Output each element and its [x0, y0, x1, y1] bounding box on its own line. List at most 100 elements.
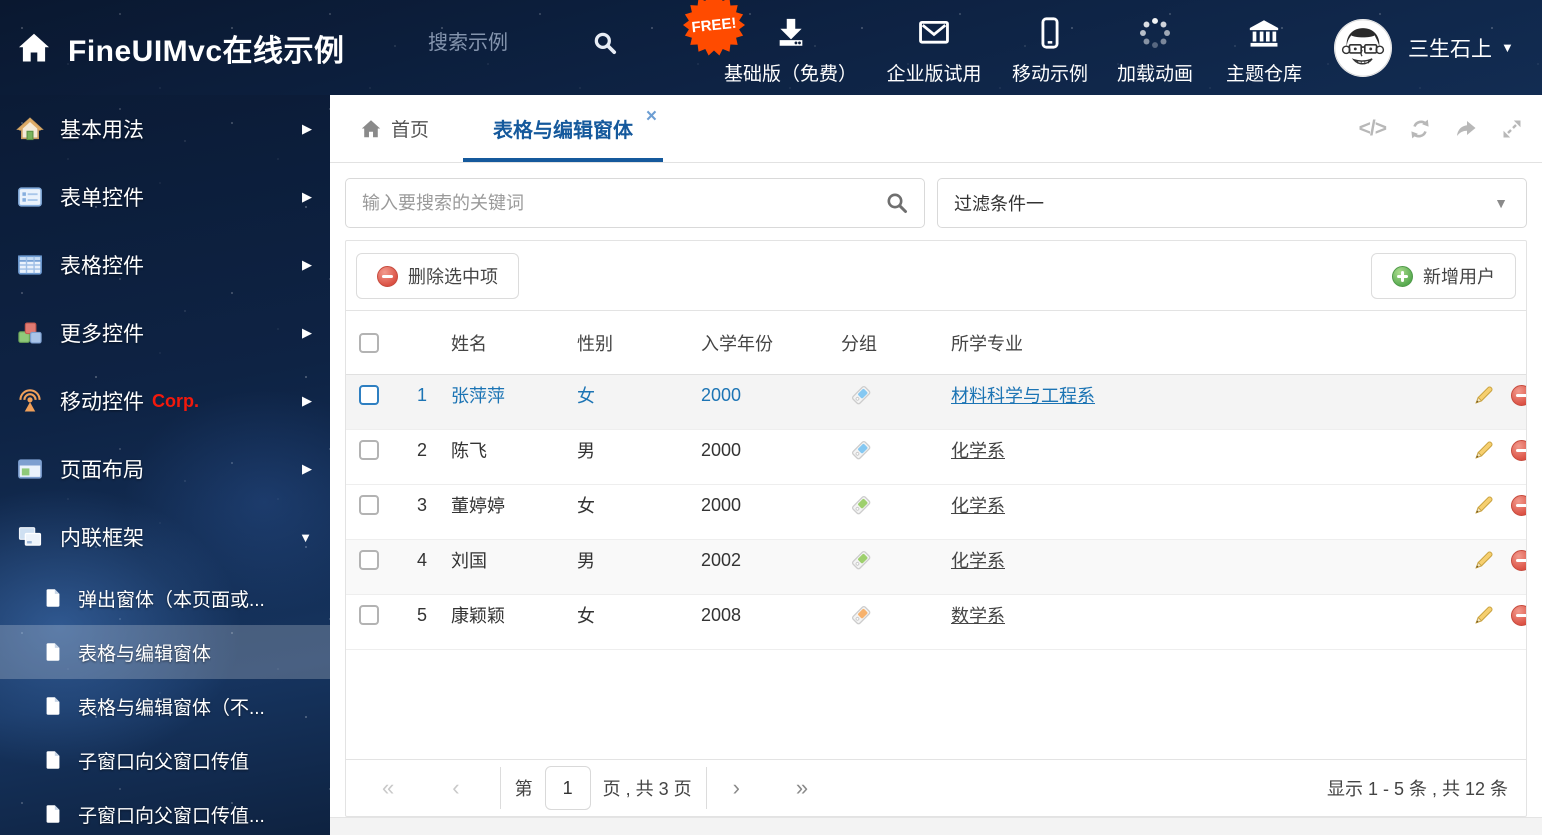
sidebar-item-more-controls[interactable]: 更多控件 ▶	[0, 299, 330, 367]
sidebar-subitem-grid-edit-window[interactable]: 表格与编辑窗体	[0, 625, 330, 679]
brand[interactable]: FineUIMvc在线示例	[16, 0, 345, 95]
major-link[interactable]: 数学系	[951, 606, 1005, 626]
minus-circle-icon	[1511, 604, 1526, 626]
search-icon[interactable]	[885, 191, 909, 215]
nav-mobile-demo[interactable]: 移动示例	[999, 0, 1101, 95]
add-user-button[interactable]: 新增用户	[1371, 253, 1516, 299]
sidebar-item-page-layout[interactable]: 页面布局 ▶	[0, 435, 330, 503]
sidebar-subitem-grid-edit-window-2[interactable]: 表格与编辑窗体（不...	[0, 679, 330, 733]
chevron-right-icon: ▶	[302, 257, 312, 272]
row-checkbox[interactable]	[359, 605, 379, 625]
sidebar-item-mobile-controls[interactable]: 移动控件 Corp. ▶	[0, 367, 330, 435]
refresh-button[interactable]	[1408, 117, 1432, 141]
select-all-checkbox[interactable]	[359, 332, 379, 353]
tab-home[interactable]: 首页	[360, 95, 429, 162]
tag-icon	[851, 440, 871, 460]
sidebar-item-basic-usage[interactable]: 基本用法 ▶	[0, 95, 330, 163]
delete-button[interactable]	[1511, 494, 1526, 516]
grid-toolbar: 删除选中项 新增用户	[346, 241, 1526, 311]
filter-row: 过滤条件一 ▼	[345, 178, 1527, 228]
chevron-down-icon: ▼	[1501, 40, 1514, 55]
home-icon	[361, 119, 381, 137]
search-icon[interactable]	[592, 30, 618, 56]
nav-basic-edition[interactable]: 基础版（免费）	[723, 0, 858, 95]
edit-button[interactable]	[1473, 439, 1495, 461]
file-icon	[46, 589, 60, 607]
file-icon	[46, 643, 60, 661]
expand-icon	[1503, 120, 1521, 138]
major-link[interactable]: 材料科学与工程系	[951, 386, 1095, 406]
mail-icon	[919, 20, 949, 44]
major-link[interactable]: 化学系	[951, 496, 1005, 516]
sidebar-subitem-popup-window[interactable]: 弹出窗体（本页面或...	[0, 571, 330, 625]
table-row: 5 康颖颖 女 2008 数学系	[346, 595, 1526, 650]
nav-label: 基础版（免费）	[723, 63, 857, 85]
main-content: 首页 表格与编辑窗体 × </> 输入要搜索的关键词 过滤条件一 ▼ 删除选中项…	[330, 95, 1542, 835]
corp-badge: Corp.	[152, 390, 199, 411]
divider	[499, 767, 501, 809]
delete-button[interactable]	[1511, 439, 1526, 461]
col-header-group: 分组	[841, 333, 877, 354]
delete-selected-button[interactable]: 删除选中项	[356, 253, 519, 299]
minus-circle-icon	[1511, 494, 1526, 516]
nav-loading-animations[interactable]: 加载动画	[1104, 0, 1206, 95]
tab-grid-edit-window[interactable]: 表格与编辑窗体 ×	[463, 95, 664, 162]
tab-bar: 首页 表格与编辑窗体 × </>	[330, 95, 1542, 163]
chevron-right-icon: ▶	[302, 461, 312, 476]
keyword-search-input[interactable]	[345, 178, 925, 228]
tag-icon	[851, 605, 871, 625]
edit-button[interactable]	[1473, 604, 1495, 626]
last-page-button[interactable]: »	[796, 777, 808, 799]
row-checkbox[interactable]	[359, 440, 379, 460]
page-label-suffix: 页 , 共 3 页	[602, 779, 692, 799]
download-icon	[779, 18, 802, 46]
first-page-button[interactable]: «	[382, 777, 394, 799]
form-icon	[18, 187, 42, 207]
edit-button[interactable]	[1473, 549, 1495, 571]
minus-circle-icon	[1511, 439, 1526, 461]
edit-button[interactable]	[1473, 384, 1495, 406]
sidebar-item-form-controls[interactable]: 表单控件 ▶	[0, 163, 330, 231]
nav-theme-repo[interactable]: 主题仓库	[1212, 0, 1316, 95]
view-source-button[interactable]: </>	[1359, 117, 1387, 141]
chevron-right-icon: ▶	[302, 189, 312, 204]
mobile-icon	[1041, 16, 1059, 49]
pagination-bar: « ‹ 第 页 , 共 3 页 › » 显示 1 - 5 条 , 共 12 条	[346, 759, 1526, 816]
filter-dropdown[interactable]: 过滤条件一 ▼	[937, 178, 1527, 228]
bank-icon	[1249, 19, 1279, 47]
grid-panel: 删除选中项 新增用户 姓名 性别 入学年份 分组 所学专业 1 张萍萍 女 20…	[345, 240, 1527, 817]
share-button[interactable]	[1454, 117, 1478, 141]
chevron-right-icon: ▶	[302, 393, 312, 408]
row-checkbox[interactable]	[359, 385, 379, 405]
row-checkbox[interactable]	[359, 550, 379, 570]
chevron-right-icon: ▶	[302, 325, 312, 340]
major-link[interactable]: 化学系	[951, 551, 1005, 571]
username: 三生石上	[1408, 37, 1492, 61]
prev-page-button[interactable]: ‹	[452, 777, 459, 799]
expand-button[interactable]	[1500, 117, 1524, 141]
row-checkbox[interactable]	[359, 495, 379, 515]
edit-button[interactable]	[1473, 494, 1495, 516]
sidebar-subitem-child-to-parent-2[interactable]: 子窗口向父窗口传值...	[0, 787, 330, 835]
sidebar-subitem-child-to-parent[interactable]: 子窗口向父窗口传值	[0, 733, 330, 787]
nav-label: 移动示例	[1011, 63, 1088, 85]
file-icon	[46, 805, 60, 823]
user-menu[interactable]: 三生石上 ▼	[1334, 0, 1514, 95]
major-link[interactable]: 化学系	[951, 441, 1005, 461]
delete-button[interactable]	[1511, 604, 1526, 626]
header-search-input[interactable]	[428, 31, 578, 55]
col-header-gender: 性别	[577, 333, 613, 354]
close-icon[interactable]: ×	[646, 107, 657, 126]
nav-enterprise-trial[interactable]: 企业版试用	[873, 0, 995, 95]
cubes-icon	[18, 322, 42, 344]
delete-button[interactable]	[1511, 549, 1526, 571]
top-header: FineUIMvc在线示例 FREE! 基础版（免费） 企业版试用 移动示例 加…	[0, 0, 1542, 95]
file-icon	[46, 751, 60, 769]
page-number-input[interactable]	[544, 766, 591, 810]
tab-toolbar: </>	[1359, 95, 1524, 163]
delete-button[interactable]	[1511, 384, 1526, 406]
sidebar-item-grid-controls[interactable]: 表格控件 ▶	[0, 231, 330, 299]
sidebar-item-iframe[interactable]: 内联框架 ▼	[0, 503, 330, 571]
next-page-button[interactable]: ›	[733, 777, 740, 799]
col-header-name: 姓名	[451, 333, 487, 354]
